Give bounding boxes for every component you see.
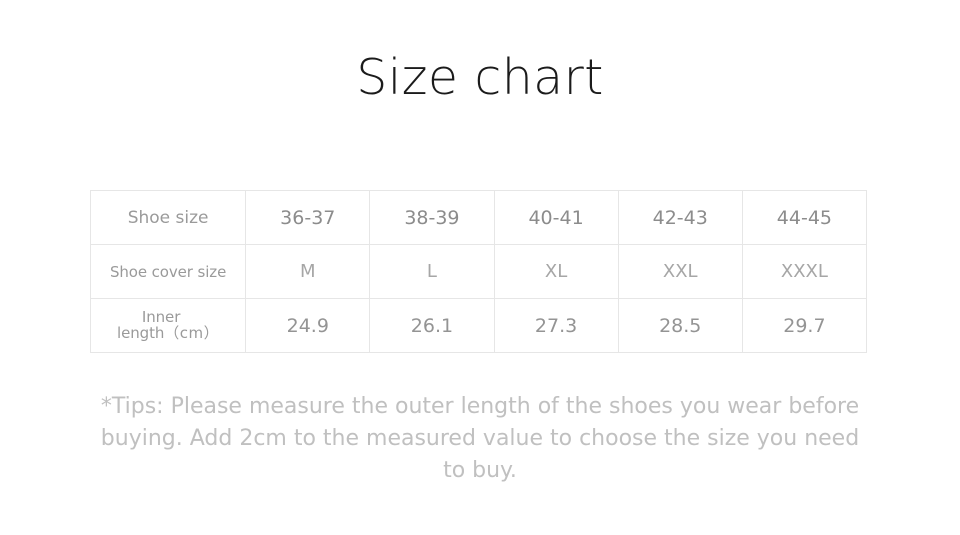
page-title: Size chart xyxy=(356,49,604,106)
tips-note: *Tips: Please measure the outer length o… xyxy=(60,391,900,487)
cell-cover-size-3: XL xyxy=(493,244,619,299)
cell-inner-length-2: 26.1 xyxy=(369,298,495,353)
cell-shoe-size-3: 40-41 xyxy=(493,190,619,245)
table-row-shoe-cover-size: Shoe cover size M L XL XXL XXXL xyxy=(89,244,868,299)
size-chart-page: Size chart Shoe size 36-37 38-39 40-41 4… xyxy=(0,0,960,535)
cell-cover-size-5: XXXL xyxy=(741,244,868,299)
cell-shoe-size-4: 42-43 xyxy=(617,190,743,245)
row-label-inner-length: Inner length（cm） xyxy=(89,298,247,353)
cell-inner-length-4: 28.5 xyxy=(617,298,743,353)
cell-shoe-size-1: 36-37 xyxy=(245,190,371,245)
tips-line-3: to buy. xyxy=(443,458,517,483)
tips-line-2: buying. Add 2cm to the measured value to… xyxy=(100,426,860,451)
cell-inner-length-5: 29.7 xyxy=(741,298,868,353)
row-label-inner-length-line2: length（cm） xyxy=(93,323,243,342)
size-chart-table: Shoe size 36-37 38-39 40-41 42-43 44-45 … xyxy=(89,190,868,353)
cell-shoe-size-2: 38-39 xyxy=(369,190,495,245)
cell-inner-length-1: 24.9 xyxy=(245,298,371,353)
cell-cover-size-4: XXL xyxy=(617,244,743,299)
table-row-shoe-size: Shoe size 36-37 38-39 40-41 42-43 44-45 xyxy=(89,190,868,245)
cell-shoe-size-5: 44-45 xyxy=(741,190,868,245)
cell-cover-size-1: M xyxy=(245,244,371,299)
row-label-shoe-cover-size: Shoe cover size xyxy=(89,244,247,299)
cell-cover-size-2: L xyxy=(369,244,495,299)
cell-inner-length-3: 27.3 xyxy=(493,298,619,353)
tips-line-1: *Tips: Please measure the outer length o… xyxy=(100,394,860,419)
row-label-inner-length-unit: （cm） xyxy=(164,323,220,342)
row-label-shoe-size: Shoe size xyxy=(89,190,247,245)
row-label-inner-length-word: length xyxy=(117,323,165,342)
table-row-inner-length: Inner length（cm） 24.9 26.1 27.3 28.5 29.… xyxy=(89,298,868,353)
